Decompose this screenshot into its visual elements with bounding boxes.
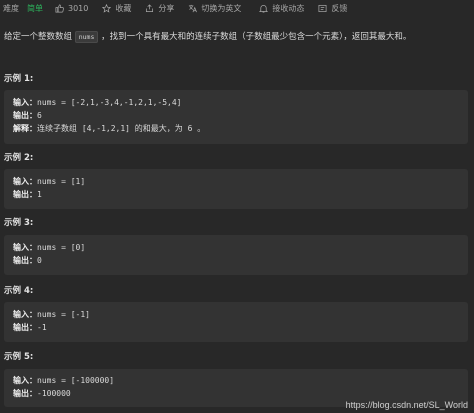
output-label: 输出： [13, 111, 37, 120]
thumbs-up-icon [55, 4, 64, 12]
example-title: 示例 1: [4, 74, 34, 84]
output-value: 0 [37, 256, 42, 265]
star-icon [102, 3, 112, 13]
example-box: 输入：nums = [1] 输出：1 [4, 169, 468, 209]
input-value: nums = [-2,1,-3,4,-1,2,1,-5,4] [37, 98, 182, 107]
example-title: 示例 2: [4, 153, 34, 163]
example-output: 输出：1 [13, 189, 42, 200]
feedback-icon [318, 4, 327, 12]
example-explanation: 解释：连续子数组 [4,-1,2,1] 的和最大，为 6 。 [13, 123, 205, 134]
watermark: https://blog.csdn.net/SL_World [345, 400, 468, 410]
example-input: 输入：nums = [0] [13, 242, 85, 253]
switch-language-label: 切换为英文 [201, 3, 242, 13]
output-label: 输出： [13, 256, 37, 265]
input-value: nums = [0] [37, 243, 86, 252]
input-value: nums = [1] [37, 177, 86, 186]
input-label: 输入： [13, 98, 37, 107]
switch-language-button[interactable]: 切换为英文 [188, 3, 241, 14]
explanation-value: 连续子数组 [4,-1,2,1] 的和最大，为 6 。 [37, 124, 206, 133]
example-input: 输入：nums = [-2,1,-3,4,-1,2,1,-5,4] [13, 97, 182, 108]
translate-icon [189, 4, 198, 12]
example-input: 输入：nums = [-1] [13, 309, 90, 320]
example-title: 示例 4: [4, 286, 34, 296]
input-value: nums = [-100000] [37, 376, 115, 385]
example-title: 示例 3: [4, 218, 34, 228]
description-text-after: ，找到一个具有最大和的连续子数组（子数组最少包含一个元素），返回其最大和。 [101, 32, 412, 42]
explanation-label: 解释： [13, 124, 37, 133]
difficulty-badge: 简单 [27, 3, 43, 13]
input-value: nums = [-1] [37, 310, 90, 319]
share-label: 分享 [158, 3, 175, 13]
output-label: 输出： [13, 190, 37, 199]
example-box: 输入：nums = [-2,1,-3,4,-1,2,1,-5,4] 输出：6 解… [4, 90, 468, 144]
share-button[interactable]: 分享 [145, 3, 174, 14]
example-box: 输入：nums = [0] 输出：0 [4, 235, 468, 275]
description-text-before: 给定一个整数数组 [4, 32, 73, 42]
share-icon [146, 3, 154, 12]
difficulty-label: 难度 [3, 3, 19, 13]
like-button[interactable]: 3010 [55, 4, 88, 13]
inline-code: nums [74, 31, 99, 43]
example-box: 输入：nums = [-1] 输出：-1 [4, 302, 468, 342]
output-label: 输出： [13, 389, 37, 398]
notify-label: 接收动态 [272, 3, 305, 13]
output-value: -100000 [37, 389, 71, 398]
feedback-label: 反馈 [331, 3, 348, 13]
notify-button[interactable]: 接收动态 [259, 3, 304, 14]
example-input: 输入：nums = [-100000] [13, 375, 114, 386]
input-label: 输入： [13, 243, 37, 252]
output-value: -1 [37, 323, 47, 332]
example-title: 示例 5: [4, 352, 34, 362]
input-label: 输入： [13, 177, 37, 186]
example-output: 输出：0 [13, 255, 42, 266]
example-output: 输出：6 [13, 110, 42, 121]
favorite-label: 收藏 [115, 3, 132, 13]
problem-toolbar: 难度 简单 3010 收藏 分享 切换为英文 接收动态 反馈 [0, 0, 474, 16]
example-output: 输出：-1 [13, 322, 47, 333]
favorite-button[interactable]: 收藏 [102, 3, 131, 14]
problem-description: 给定一个整数数组 nums ，找到一个具有最大和的连续子数组（子数组最少包含一个… [4, 30, 470, 44]
output-value: 1 [37, 190, 42, 199]
output-label: 输出： [13, 323, 37, 332]
like-count: 3010 [68, 3, 89, 13]
example-input: 输入：nums = [1] [13, 176, 85, 187]
output-value: 6 [37, 111, 42, 120]
feedback-button[interactable]: 反馈 [318, 3, 347, 14]
input-label: 输入： [13, 376, 37, 385]
bell-icon [259, 4, 269, 12]
example-output: 输出：-100000 [13, 388, 71, 399]
input-label: 输入： [13, 310, 37, 319]
